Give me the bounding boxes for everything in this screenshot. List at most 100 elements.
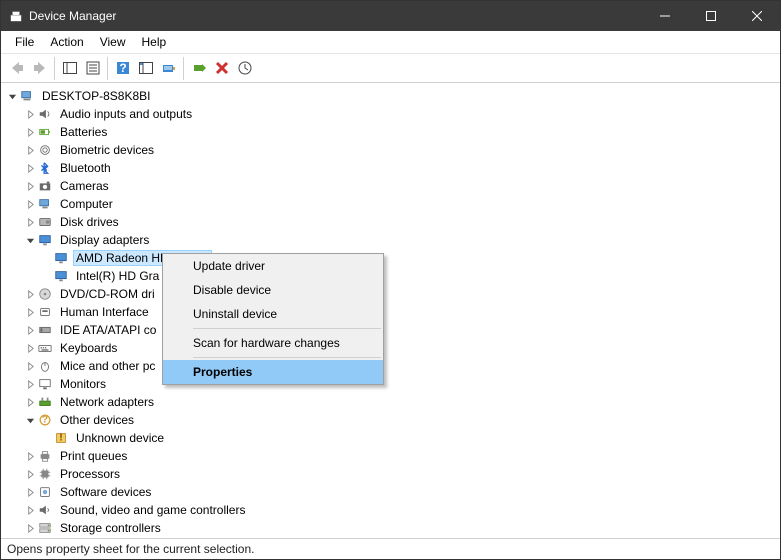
disk-icon [37,214,53,230]
tree-category[interactable]: Cameras [1,177,780,195]
menu-action[interactable]: Action [42,31,91,53]
chevron-right-icon[interactable] [23,359,37,373]
menu-view[interactable]: View [92,31,134,53]
chevron-right-icon[interactable] [23,143,37,157]
tree-category-label: Biometric devices [57,142,157,158]
tree-category[interactable]: Keyboards [1,339,780,357]
tree-category[interactable]: ?Other devices [1,411,780,429]
svg-text:!: ! [59,432,63,444]
window-title: Device Manager [29,9,116,23]
tree-category[interactable]: Monitors [1,375,780,393]
context-menu-item[interactable]: Disable device [163,278,383,302]
keyboard-icon [37,340,53,356]
chevron-right-icon[interactable] [23,179,37,193]
tree-category[interactable]: Processors [1,465,780,483]
device-tree[interactable]: DESKTOP-8S8K8BIAudio inputs and outputsB… [1,83,780,538]
tree-category[interactable]: IDE ATA/ATAPI co [1,321,780,339]
maximize-button[interactable] [688,1,734,31]
tree-category[interactable]: Batteries [1,123,780,141]
chevron-down-icon[interactable] [23,233,37,247]
chevron-right-icon[interactable] [23,161,37,175]
context-menu-item[interactable]: Update driver [163,254,383,278]
chevron-right-icon[interactable] [23,341,37,355]
chevron-right-icon[interactable] [23,377,37,391]
tree-category[interactable]: Print queues [1,447,780,465]
content-area: DESKTOP-8S8K8BIAudio inputs and outputsB… [1,83,780,538]
context-menu-item[interactable]: Properties [163,360,383,384]
chevron-down-icon[interactable] [5,89,19,103]
tree-root-label: DESKTOP-8S8K8BI [39,88,154,104]
monitor-icon [37,376,53,392]
menu-help[interactable]: Help [134,31,175,53]
chevron-right-icon[interactable] [23,449,37,463]
context-menu-item[interactable]: Uninstall device [163,302,383,326]
tree-category[interactable]: Sound, video and game controllers [1,501,780,519]
tree-category-label: Software devices [57,484,154,500]
chevron-right-icon[interactable] [23,305,37,319]
tree-category[interactable]: Disk drives [1,213,780,231]
display-icon [53,268,69,284]
tree-root[interactable]: DESKTOP-8S8K8BI [1,87,780,105]
tree-device-label: Intel(R) HD Gra [73,268,162,284]
tree-device[interactable]: Intel(R) HD Gra [1,267,780,285]
tree-category[interactable]: Biometric devices [1,141,780,159]
toolbar: ? [1,54,780,83]
update-driver-button[interactable] [157,57,180,80]
unknown-icon: ! [53,430,69,446]
chevron-down-icon[interactable] [23,413,37,427]
chevron-right-icon[interactable] [23,521,37,535]
print-icon [37,448,53,464]
tree-category-label: Storage controllers [57,520,164,536]
properties-button[interactable] [81,57,104,80]
chevron-right-icon[interactable] [23,395,37,409]
svg-text:?: ? [119,61,126,75]
chevron-right-icon[interactable] [23,125,37,139]
sound-icon [37,502,53,518]
tree-category[interactable]: Network adapters [1,393,780,411]
tree-category-label: Display adapters [57,232,152,248]
context-menu: Update driverDisable deviceUninstall dev… [162,253,384,385]
back-button[interactable] [5,57,28,80]
enable-device-button[interactable] [187,57,210,80]
tree-category-label: DVD/CD-ROM dri [57,286,158,302]
tree-category-label: Processors [57,466,123,482]
software-icon [37,484,53,500]
tree-category[interactable]: Audio inputs and outputs [1,105,780,123]
computer-icon [19,88,35,104]
tree-category-label: Bluetooth [57,160,114,176]
biometric-icon [37,142,53,158]
chevron-right-icon[interactable] [23,485,37,499]
minimize-button[interactable] [642,1,688,31]
tree-category[interactable]: Bluetooth [1,159,780,177]
forward-button[interactable] [28,57,51,80]
help-button[interactable]: ? [111,57,134,80]
tree-category[interactable]: Display adapters [1,231,780,249]
tree-category-label: Audio inputs and outputs [57,106,195,122]
chevron-right-icon[interactable] [23,107,37,121]
hid-icon [37,304,53,320]
chevron-right-icon[interactable] [23,467,37,481]
tree-category[interactable]: Computer [1,195,780,213]
chevron-right-icon[interactable] [23,503,37,517]
uninstall-device-button[interactable] [210,57,233,80]
tree-category[interactable]: Storage controllers [1,519,780,537]
chevron-right-icon[interactable] [23,215,37,229]
menu-file[interactable]: File [7,31,42,53]
chevron-right-icon[interactable] [23,197,37,211]
svg-text:?: ? [42,414,48,426]
tree-device[interactable]: !Unknown device [1,429,780,447]
tree-category[interactable]: Mice and other pc [1,357,780,375]
tree-category[interactable]: DVD/CD-ROM dri [1,285,780,303]
menubar: File Action View Help [1,31,780,54]
tree-category[interactable]: Software devices [1,483,780,501]
show-hidden-devices-button[interactable] [134,57,157,80]
chevron-right-icon[interactable] [23,287,37,301]
scan-hardware-button[interactable] [233,57,256,80]
show-hidden-button[interactable] [58,57,81,80]
context-menu-item[interactable]: Scan for hardware changes [163,331,383,355]
tree-device[interactable]: AMD Radeon HD 7670M [1,249,780,267]
chevron-right-icon[interactable] [23,323,37,337]
mouse-icon [37,358,53,374]
tree-category[interactable]: Human Interface [1,303,780,321]
close-button[interactable] [734,1,780,31]
